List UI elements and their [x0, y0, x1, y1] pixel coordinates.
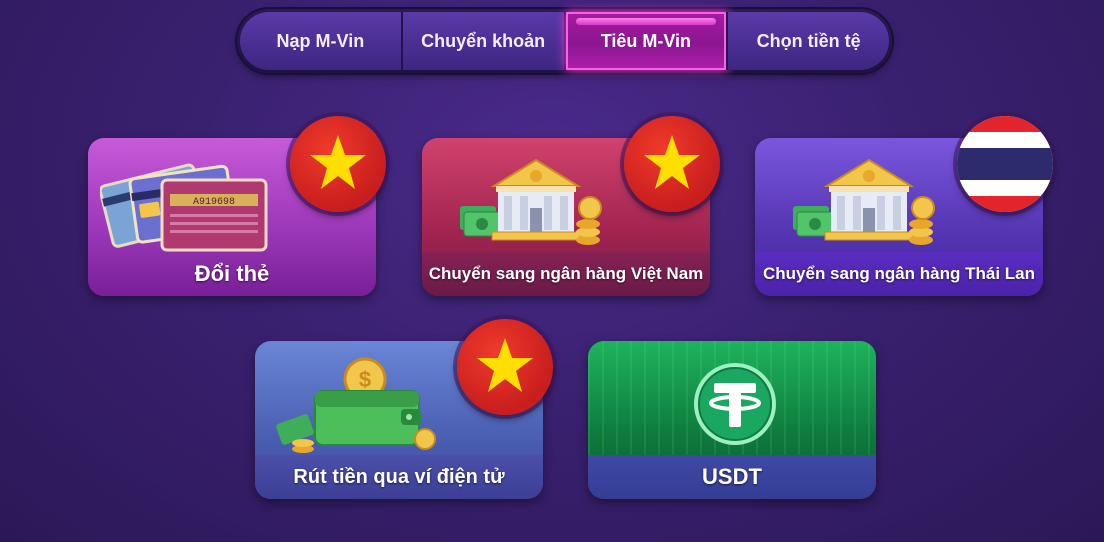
wallet-icon: $ [276, 357, 436, 453]
bank-thailand-label: Chuyển sang ngân hàng Thái Lan [755, 252, 1043, 296]
vietnam-flag-icon [457, 319, 553, 415]
usdt-label: USDT [588, 455, 876, 499]
e-wallet-label: Rút tiền qua ví điện tử [255, 455, 543, 499]
bank-building-icon [460, 158, 602, 245]
svg-text:$: $ [359, 367, 371, 392]
doi-the-label: Đổi thẻ [88, 252, 376, 296]
card-number-text: A919698 [193, 197, 235, 208]
scratch-cards-icon: A919698 [100, 163, 268, 252]
bank-vietnam-card[interactable]: Chuyển sang ngân hàng Việt Nam [422, 116, 720, 296]
vietnam-flag-icon [290, 116, 386, 212]
doi-the-card[interactable]: A919698 Đổi thẻ [88, 116, 386, 296]
usdt-card[interactable]: USDT [588, 341, 876, 499]
bank-thailand-card[interactable]: Chuyển sang ngân hàng Thái Lan [755, 116, 1053, 296]
thailand-flag-icon [957, 116, 1053, 212]
bank-building-icon [793, 158, 935, 245]
bank-vietnam-label: Chuyển sang ngân hàng Việt Nam [422, 252, 710, 296]
tab-chon-tien-te[interactable]: Chọn tiền tệ [728, 12, 889, 70]
tab-nap-mvin[interactable]: Nạp M-Vin [240, 12, 403, 70]
tab-chuyen-khoan[interactable]: Chuyển khoản [402, 12, 566, 70]
vietnam-flag-icon [624, 116, 720, 212]
e-wallet-card[interactable]: $ Rút tiền qua ví điện tử [255, 319, 553, 499]
tether-icon [694, 363, 776, 445]
currency-tab-bar: Nạp M-Vin Chuyển khoản Tiêu M-Vin Chọn t… [237, 9, 892, 73]
tab-tieu-mvin[interactable]: Tiêu M-Vin [565, 12, 729, 70]
